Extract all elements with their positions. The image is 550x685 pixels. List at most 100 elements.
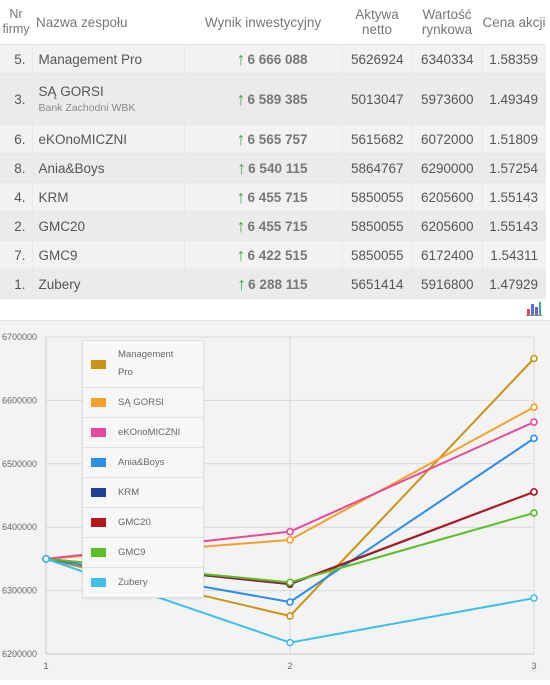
table-row: 2. GMC20 ↑ 6 455 715 5850055 6205600 1.55143 [0,211,546,241]
x-tick-label: 1 [43,661,48,671]
legend-label: Management Pro [118,349,174,378]
table-row: 1. Zubery ↑ 6 288 115 5651414 5916800 1.47929 [0,269,546,299]
cell-assets: 5850055 [341,211,412,241]
legend-item[interactable]: eKOnoMICZNI [83,418,203,448]
col-header-market[interactable]: Wartość rynkowa [412,0,482,45]
legend-swatch [91,488,106,497]
legend-label: eKOnoMICZNI [118,426,181,438]
col-header-price[interactable]: Cena akcji [482,0,546,45]
legend-label: Zubery [118,576,148,588]
bar-chart-icon[interactable] [526,300,542,316]
cell-name: GMC9 [31,240,184,270]
cell-nr: 7. [0,240,32,270]
cell-assets: 5626924 [341,44,412,74]
cell-price: 1.51809 [481,124,546,154]
cell-nr: 5. [0,44,32,74]
x-tick-label: 2 [287,661,292,671]
y-tick-label: 6200000 [2,649,37,659]
cell-score: ↑ 6 565 757 [183,124,342,154]
cell-market: 6072000 [411,124,482,154]
col-header-score[interactable]: Wynik inwestycyjny [184,0,342,45]
y-tick-label: 6300000 [2,586,37,596]
legend-item[interactable]: GMC20 [83,508,203,538]
legend-swatch [91,428,106,437]
up-arrow-icon: ↑ [237,273,247,294]
team-name: SĄ GORSI [38,84,104,99]
y-tick-label: 6500000 [2,459,37,469]
score-value: 6 589 385 [247,91,308,107]
score-value: 6 540 115 [248,160,308,176]
cell-price: 1.55143 [481,182,546,212]
data-point [286,638,294,647]
cell-score: ↑ 6 422 515 [183,240,342,270]
legend-label: GMC9 [118,546,146,558]
cell-market: 6205600 [411,182,482,212]
table-row: 3. SĄ GORSI Bank Zachodni WBK ↑ 6 589 385 501… [0,73,546,125]
results-table: Nr firmy Nazwa zespołu Wynik inwestycyjn… [0,0,546,299]
data-point [530,594,538,602]
cell-price: 1.57254 [481,153,546,183]
legend-swatch [91,548,106,557]
legend-swatch [91,398,106,407]
cell-price: 1.55143 [481,211,546,241]
y-tick-label: 6400000 [2,522,37,532]
legend-item[interactable]: Zubery [83,568,203,597]
legend-swatch [91,518,106,527]
score-value: 6 455 715 [247,218,308,234]
cell-score: ↑ 6 288 115 [183,269,342,299]
data-point [530,403,538,411]
cell-score: ↑ 6 455 715 [183,182,342,212]
score-value: 6 455 715 [247,189,308,205]
table-header-row: Nr firmy Nazwa zespołu Wynik inwestycyjn… [0,0,546,45]
legend-item[interactable]: GMC9 [83,538,203,568]
cell-assets: 5615682 [341,124,412,154]
col-header-name[interactable]: Nazwa zespołu [32,0,184,45]
cell-name: KRM [31,182,184,212]
table-row: 6. eKOnoMICZNI ↑ 6 565 757 5615682 6072000 1.5… [0,124,546,154]
y-tick-label: 6700000 [2,332,37,342]
y-tick-label: 6600000 [2,395,37,405]
chart-legend: Management Pro SĄ GORSI eKOnoMICZNI Ania&Bo… [82,340,204,598]
up-arrow-icon: ↑ [236,215,246,236]
data-point [530,488,538,496]
legend-label: SĄ GORSI [118,396,164,408]
data-point [530,509,538,517]
legend-item[interactable]: SĄ GORSI [83,388,203,418]
up-arrow-icon: ↑ [236,48,246,69]
data-point [286,578,294,587]
score-value: 6 565 757 [247,131,308,147]
team-name: Ania&Boys [38,160,105,176]
team-name: eKOnoMICZNI [38,131,128,147]
col-header-assets[interactable]: Aktywa netto [342,0,412,45]
up-arrow-icon: ↑ [237,157,247,178]
cell-score: ↑ 6 540 115 [183,153,342,183]
cell-assets: 5850055 [341,182,412,212]
cell-market: 6172400 [411,240,482,270]
score-value: 6 666 088 [247,51,308,67]
cell-score: ↑ 6 589 385 [183,73,342,125]
cell-nr: 2. [0,211,32,241]
results-table-container: Nr firmy Nazwa zespołu Wynik inwestycyjn… [0,0,550,299]
cell-name: Management Pro [31,44,184,74]
x-tick-label: 3 [531,661,536,671]
cell-assets: 5850055 [341,240,412,270]
team-name: Zubery [38,276,81,292]
cell-market: 5916800 [411,269,482,299]
data-point [530,418,538,426]
table-row: 7. GMC9 ↑ 6 422 515 5850055 6172400 1.54311 [0,240,546,270]
legend-item[interactable]: Ania&Boys [83,448,203,478]
legend-item[interactable]: KRM [83,478,203,508]
cell-score: ↑ 6 455 715 [183,211,342,241]
data-point [530,434,538,443]
legend-label: GMC20 [118,516,151,528]
data-point [286,527,294,536]
legend-label: KRM [118,486,140,498]
data-point [286,598,294,606]
up-arrow-icon: ↑ [236,186,246,207]
table-row: 5. Management Pro ↑ 6 666 088 5626924 6340334… [0,44,546,74]
col-header-nr[interactable]: Nr firmy [0,0,32,45]
legend-item[interactable]: Management Pro [83,341,203,388]
cell-assets: 5013047 [341,73,412,125]
up-arrow-icon: ↑ [236,88,246,109]
cell-market: 6290000 [411,153,482,183]
